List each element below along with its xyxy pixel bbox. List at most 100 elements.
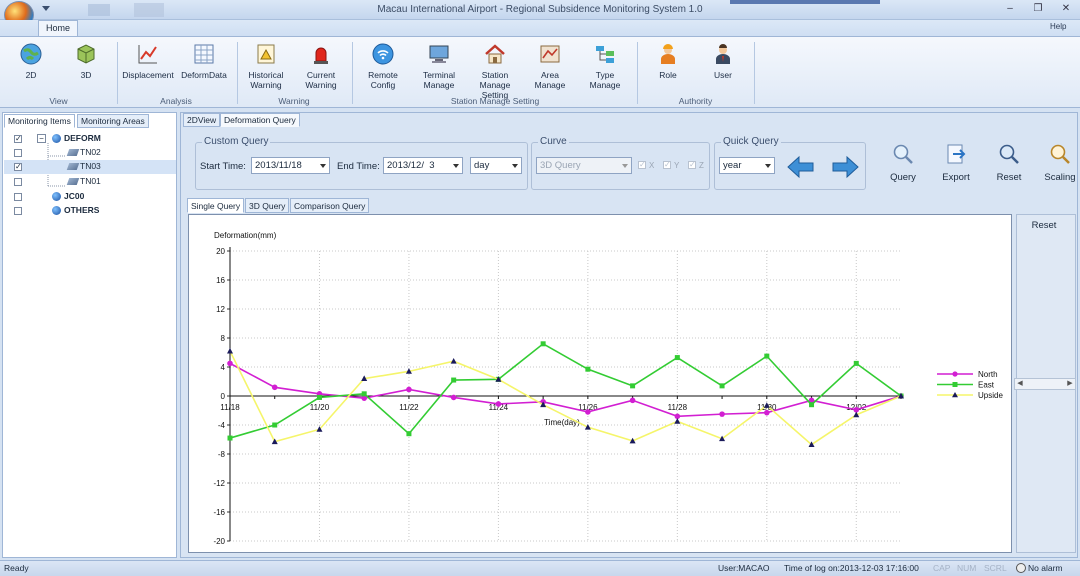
quick-query-legend: Quick Query bbox=[721, 136, 781, 147]
legend-label: East bbox=[978, 381, 995, 390]
scaling-button[interactable]: Scaling bbox=[1040, 142, 1080, 190]
quick-period-select[interactable]: year bbox=[719, 157, 775, 174]
y-tick-label: 12 bbox=[216, 305, 225, 314]
zoom-icon bbox=[1050, 144, 1070, 164]
tab-monitoring-areas[interactable]: Monitoring Areas bbox=[77, 114, 149, 128]
export-icon bbox=[947, 144, 966, 164]
tree-node-tn02[interactable]: TN02 bbox=[66, 146, 101, 159]
data-point-north bbox=[719, 411, 725, 417]
view-3d-label: 3D bbox=[80, 70, 92, 80]
scroll-left-icon[interactable]: ◀ bbox=[1015, 379, 1025, 389]
y-axis-title: Deformation(mm) bbox=[214, 231, 277, 240]
export-button[interactable]: Export bbox=[934, 142, 978, 190]
magnifier-icon bbox=[893, 144, 913, 164]
legend-marker bbox=[952, 371, 958, 377]
checkbox-others[interactable] bbox=[14, 207, 22, 215]
tab-2dview[interactable]: 2DView bbox=[183, 113, 221, 127]
group-analysis-label: Analysis bbox=[160, 96, 192, 106]
tree-node-others[interactable]: OTHERS bbox=[52, 204, 99, 217]
tree-toggle[interactable]: − bbox=[37, 134, 46, 143]
remote-config-button[interactable]: Remote Config bbox=[358, 42, 408, 92]
tab-monitoring-items[interactable]: Monitoring Items bbox=[4, 114, 75, 128]
tree-node-tn01[interactable]: TN01 bbox=[66, 175, 101, 188]
data-point-north bbox=[450, 394, 457, 401]
view-2d-label: 2D bbox=[25, 70, 37, 80]
checkbox-x[interactable]: ✓ bbox=[638, 161, 646, 169]
unit-select[interactable]: day bbox=[470, 157, 522, 174]
maximize-button[interactable]: ❐ bbox=[1028, 2, 1048, 16]
start-time-picker[interactable]: 2013/11/18 bbox=[251, 157, 330, 174]
alarm-icon bbox=[1016, 563, 1026, 573]
terminal-manage-button[interactable]: Terminal Manage bbox=[414, 42, 464, 92]
type-manage-label: Type Manage bbox=[589, 70, 621, 90]
station-manage-button[interactable]: Station Manage Setting bbox=[470, 42, 520, 100]
start-time-value: 2013/11/18 bbox=[255, 160, 302, 171]
checkbox-jc00[interactable] bbox=[14, 193, 22, 201]
displacement-label: Displacement bbox=[122, 70, 174, 80]
tab-3d-query[interactable]: 3D Query bbox=[245, 198, 290, 213]
horizontal-scrollbar[interactable]: ◀ ▶ bbox=[1014, 378, 1076, 390]
series-line-north bbox=[229, 362, 902, 418]
curve-mode-value: 3D Query bbox=[540, 160, 581, 171]
help-link[interactable]: Help bbox=[1050, 22, 1066, 31]
globe-icon bbox=[52, 206, 61, 215]
group-setting-label: Station Manage Setting bbox=[450, 96, 540, 106]
data-point-east bbox=[316, 394, 322, 400]
deformation-chart: Deformation(mm) 20 16 12 8 4 0 -4 -8 -12 -16 -20 11/… bbox=[213, 231, 1003, 546]
export-label: Export bbox=[942, 172, 970, 183]
chevron-down-icon bbox=[320, 164, 326, 168]
query-button[interactable]: Query bbox=[881, 142, 925, 190]
globe-icon bbox=[52, 134, 61, 143]
close-button[interactable]: ✕ bbox=[1056, 2, 1076, 16]
historical-warning-button[interactable]: Historical Warning bbox=[241, 42, 291, 92]
reset-button[interactable]: Reset bbox=[987, 142, 1031, 190]
checkbox-tn01[interactable] bbox=[14, 178, 22, 186]
side-reset-button[interactable]: Reset bbox=[1016, 220, 1072, 231]
computer-monitor-icon bbox=[429, 45, 449, 63]
globe-map-icon bbox=[20, 43, 42, 65]
role-button[interactable]: Role bbox=[643, 42, 693, 92]
deformdata-button[interactable]: DeformData bbox=[177, 42, 231, 92]
ribbon-separator bbox=[117, 42, 118, 104]
checkbox-tn02[interactable] bbox=[14, 149, 22, 157]
end-time-picker[interactable]: 2013/12/ 3 bbox=[383, 157, 463, 174]
area-manage-label: Area Manage bbox=[534, 70, 566, 90]
start-time-label: Start Time: bbox=[200, 161, 246, 172]
checkbox-z[interactable]: ✓ bbox=[688, 161, 696, 169]
status-cap: CAP bbox=[933, 563, 951, 573]
scroll-right-icon[interactable]: ▶ bbox=[1065, 379, 1075, 389]
window-title: Macau International Airport - Regional S… bbox=[377, 4, 703, 15]
ribbon-separator bbox=[754, 42, 755, 104]
tab-home[interactable]: Home bbox=[38, 20, 78, 37]
x-tick-label: 11/20 bbox=[310, 403, 330, 412]
checkbox-tn03[interactable]: ✓ bbox=[14, 163, 22, 171]
data-table-icon bbox=[194, 44, 214, 64]
tab-deformation-query[interactable]: Deformation Query bbox=[220, 113, 300, 127]
area-manage-button[interactable]: Area Manage bbox=[525, 42, 575, 92]
type-manage-button[interactable]: Type Manage bbox=[580, 42, 630, 92]
data-point-north bbox=[764, 409, 770, 416]
user-button[interactable]: User bbox=[698, 42, 748, 92]
y-tick-label: -16 bbox=[213, 508, 225, 517]
tab-comparison-query[interactable]: Comparison Query bbox=[290, 198, 370, 213]
tree-node-tn03[interactable]: TN03 bbox=[66, 160, 101, 173]
displacement-button[interactable]: Displacement bbox=[121, 42, 175, 92]
curve-mode-select[interactable]: 3D Query bbox=[536, 157, 632, 174]
next-arrow-icon[interactable] bbox=[830, 152, 860, 182]
minimize-button[interactable]: – bbox=[1000, 2, 1020, 16]
tree-node-jc00[interactable]: JC00 bbox=[52, 190, 84, 203]
custom-query-legend: Custom Query bbox=[202, 136, 271, 147]
checkbox-deform[interactable]: ✓ bbox=[14, 135, 22, 143]
view-3d-button[interactable]: 3D bbox=[61, 42, 111, 92]
current-warning-button[interactable]: Current Warning bbox=[296, 42, 346, 92]
tab-single-query[interactable]: Single Query bbox=[187, 198, 245, 213]
y-tick-label: 0 bbox=[221, 392, 226, 401]
reset-label: Reset bbox=[996, 172, 1022, 183]
previous-arrow-icon[interactable] bbox=[786, 152, 816, 182]
data-point-north bbox=[495, 401, 502, 407]
data-point-east bbox=[630, 383, 636, 389]
checkbox-y[interactable]: ✓ bbox=[663, 161, 671, 169]
quick-access-dropdown-icon[interactable] bbox=[40, 3, 52, 13]
view-2d-button[interactable]: 2D bbox=[6, 42, 56, 92]
y-tick-label: 16 bbox=[216, 276, 225, 285]
